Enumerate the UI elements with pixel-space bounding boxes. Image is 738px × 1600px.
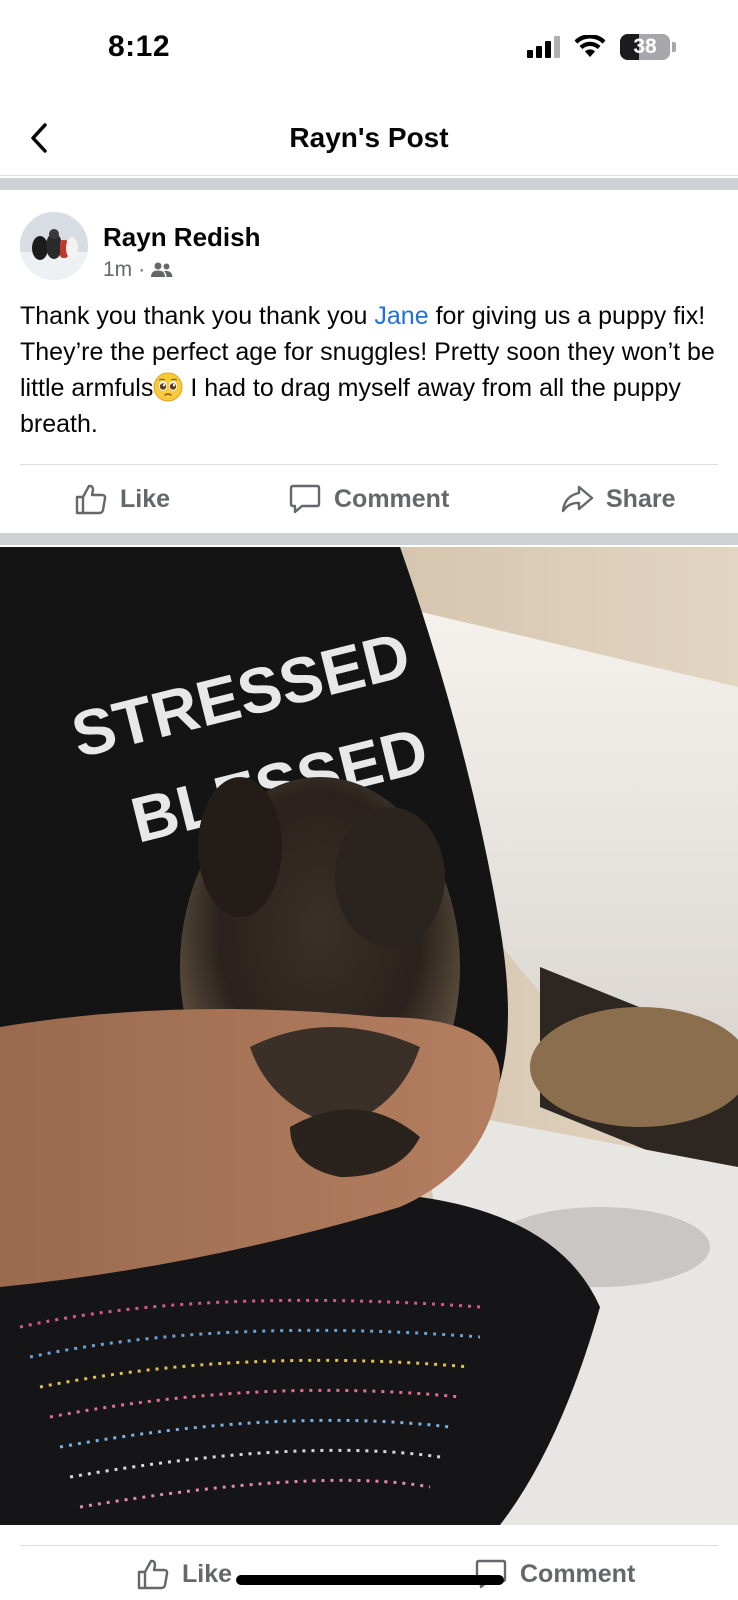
post-meta: 1m ·: [103, 258, 173, 282]
thumbs-up-icon: [137, 1559, 169, 1590]
comment-label: Comment: [334, 484, 450, 513]
post-timestamp[interactable]: 1m: [103, 258, 132, 282]
author-name[interactable]: Rayn Redish: [103, 222, 261, 253]
post-action-bar: Like Comment Share: [0, 466, 738, 532]
post-text-part1: Thank you thank you thank you: [20, 302, 375, 330]
nav-bar: Rayn's Post: [0, 100, 738, 176]
cellular-signal-icon: [527, 36, 560, 58]
comment-bubble-icon: [289, 484, 321, 514]
battery-level: 38: [633, 35, 657, 58]
comment-button[interactable]: Comment: [288, 466, 449, 532]
thumbs-up-icon: [75, 484, 107, 515]
meta-separator: ·: [138, 258, 146, 281]
friends-icon[interactable]: [151, 261, 173, 279]
photo-comment-button[interactable]: Comment: [474, 1547, 635, 1600]
photo-action-bar: Like Comment: [0, 1547, 738, 1600]
photo-like-label: Like: [182, 1559, 233, 1588]
wifi-icon: [574, 35, 606, 57]
share-button[interactable]: Share: [560, 466, 675, 532]
post-header: Rayn Redish 1m ·: [20, 212, 720, 282]
mention-link[interactable]: Jane: [374, 302, 428, 330]
like-button[interactable]: Like: [74, 466, 170, 532]
share-label: Share: [606, 484, 676, 513]
like-label: Like: [120, 484, 171, 513]
battery-icon: 38: [620, 34, 670, 60]
section-divider: [0, 178, 738, 190]
share-arrow-icon: [561, 485, 594, 513]
photo-comment-label: Comment: [520, 1559, 636, 1588]
photo-actions-divider: [20, 1545, 718, 1546]
avatar[interactable]: [20, 212, 88, 280]
actions-divider: [20, 464, 718, 465]
status-time: 8:12: [108, 30, 171, 63]
pleading-face-icon: [153, 372, 183, 402]
status-bar: 8:12 38: [0, 0, 738, 100]
page-title: Rayn's Post: [289, 122, 449, 153]
home-indicator[interactable]: [236, 1575, 504, 1585]
section-divider: [0, 533, 738, 545]
photo-like-button[interactable]: Like: [136, 1547, 232, 1600]
status-icons: 38: [527, 34, 676, 60]
comment-bubble-icon: [475, 1559, 507, 1589]
post-photo[interactable]: STRESSED BLESSED: [0, 547, 738, 1525]
post-text: Thank you thank you thank you Jane for g…: [20, 298, 720, 442]
